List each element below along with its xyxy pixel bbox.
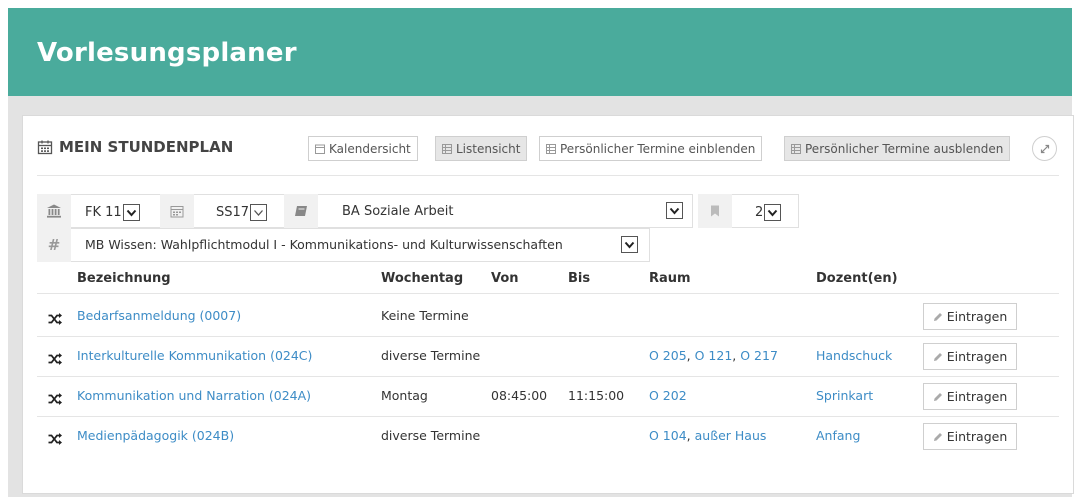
column-header-weekday: Wochentag [381, 271, 464, 286]
course-link[interactable]: Bedarfsanmeldung (0007) [77, 308, 241, 323]
expand-icon [1040, 144, 1049, 153]
show-personal-button[interactable]: Persönlicher Termine einblenden [539, 136, 763, 161]
lecturer-link[interactable]: Handschuck [816, 348, 892, 363]
row-divider [37, 416, 1059, 417]
room-link[interactable]: O 205 [649, 348, 687, 363]
pencil-icon [933, 312, 943, 322]
shuffle-icon [48, 350, 62, 365]
hide-personal-label: Persönlicher Termine ausblenden [805, 141, 1004, 156]
header-divider [37, 293, 1059, 294]
hide-personal-button[interactable]: Persönlicher Termine ausblenden [784, 136, 1011, 161]
institution-icon [37, 194, 71, 228]
weekday-cell: Keine Termine [381, 308, 469, 323]
module-select[interactable]: MB Wissen: Wahlpflichtmodul I - Kommunik… [85, 237, 563, 252]
weekday-cell: diverse Termine [381, 348, 481, 363]
calendar-view-label: Kalendersicht [329, 141, 411, 156]
course-link[interactable]: Interkulturelle Kommunikation (024C) [77, 348, 312, 363]
list-view-label: Listensicht [456, 141, 521, 156]
faculty-select[interactable]: FK 11 [85, 204, 140, 221]
room-link[interactable]: O 202 [649, 388, 687, 403]
row-divider [37, 336, 1059, 337]
column-header-name: Bezeichnung [77, 271, 171, 286]
level-select[interactable]: 2 [755, 204, 782, 221]
schedule-card: MEIN STUNDENPLAN Kalendersicht Listensic… [22, 115, 1074, 494]
room-link[interactable]: außer Haus [695, 428, 767, 443]
row-divider [37, 376, 1059, 377]
chevron-down-icon [764, 204, 782, 221]
lecturer-link[interactable]: Anfang [816, 428, 860, 443]
level-value: 2 [755, 205, 764, 220]
book-icon [284, 194, 318, 228]
pencil-icon [933, 392, 943, 402]
eintragen-button[interactable]: Eintragen [923, 423, 1017, 450]
weekday-cell: diverse Termine [381, 428, 481, 443]
program-select[interactable]: BA Soziale Arbeit [342, 204, 454, 219]
chevron-down-icon[interactable] [621, 236, 638, 253]
calendar-icon [160, 194, 194, 228]
pencil-icon [933, 352, 943, 362]
card-header: MEIN STUNDENPLAN [37, 138, 233, 156]
table-icon [791, 143, 801, 154]
header-divider [37, 175, 1059, 176]
shuffle-icon [48, 430, 62, 445]
program-value: BA Soziale Arbeit [342, 204, 454, 219]
shuffle-icon [48, 310, 62, 325]
time-from-cell: 08:45:00 [491, 388, 548, 403]
room-cell: O 104, außer Haus [649, 428, 767, 443]
semester-value: SS17 [216, 205, 250, 220]
eintragen-label: Eintragen [946, 389, 1008, 404]
column-header-to: Bis [568, 271, 591, 286]
chevron-down-icon [122, 204, 140, 221]
card-title: MEIN STUNDENPLAN [59, 138, 234, 156]
table-icon [442, 143, 452, 154]
module-value: MB Wissen: Wahlpflichtmodul I - Kommunik… [85, 237, 563, 252]
hash-icon: # [37, 228, 71, 262]
expand-button[interactable] [1032, 136, 1057, 161]
eintragen-button[interactable]: Eintragen [923, 383, 1017, 410]
calendar-icon [37, 140, 53, 155]
column-header-lecturer: Dozent(en) [816, 271, 898, 286]
pencil-icon [933, 432, 943, 442]
room-link[interactable]: O 104 [649, 428, 687, 443]
list-view-button[interactable]: Listensicht [435, 136, 528, 161]
eintragen-button[interactable]: Eintragen [923, 343, 1017, 370]
header-bar: Vorlesungsplaner [8, 8, 1072, 96]
page-title: Vorlesungsplaner [37, 38, 297, 68]
bookmark-icon [698, 194, 732, 228]
eintragen-label: Eintragen [946, 349, 1008, 364]
course-link[interactable]: Kommunikation und Narration (024A) [77, 388, 311, 403]
course-link[interactable]: Medienpädagogik (024B) [77, 428, 234, 443]
room-link[interactable]: O 217 [740, 348, 778, 363]
lecturer-link[interactable]: Sprinkart [816, 388, 873, 403]
column-header-room: Raum [649, 271, 691, 286]
room-cell: O 205, O 121, O 217 [649, 348, 778, 363]
room-link[interactable]: O 121 [695, 348, 733, 363]
eintragen-label: Eintragen [946, 309, 1008, 324]
chevron-down-icon[interactable] [666, 202, 683, 219]
time-to-cell: 11:15:00 [568, 388, 625, 403]
column-header-from: Von [491, 271, 519, 286]
calendar-icon [315, 144, 325, 154]
semester-select[interactable]: SS17 [216, 204, 268, 221]
faculty-value: FK 11 [85, 205, 122, 220]
calendar-view-button[interactable]: Kalendersicht [308, 136, 418, 161]
show-personal-label: Persönlicher Termine einblenden [560, 141, 756, 156]
eintragen-label: Eintragen [946, 429, 1008, 444]
weekday-cell: Montag [381, 388, 428, 403]
room-cell: O 202 [649, 388, 687, 403]
chevron-down-icon [250, 204, 268, 221]
table-icon [546, 143, 556, 154]
shuffle-icon [48, 390, 62, 405]
eintragen-button[interactable]: Eintragen [923, 303, 1017, 330]
